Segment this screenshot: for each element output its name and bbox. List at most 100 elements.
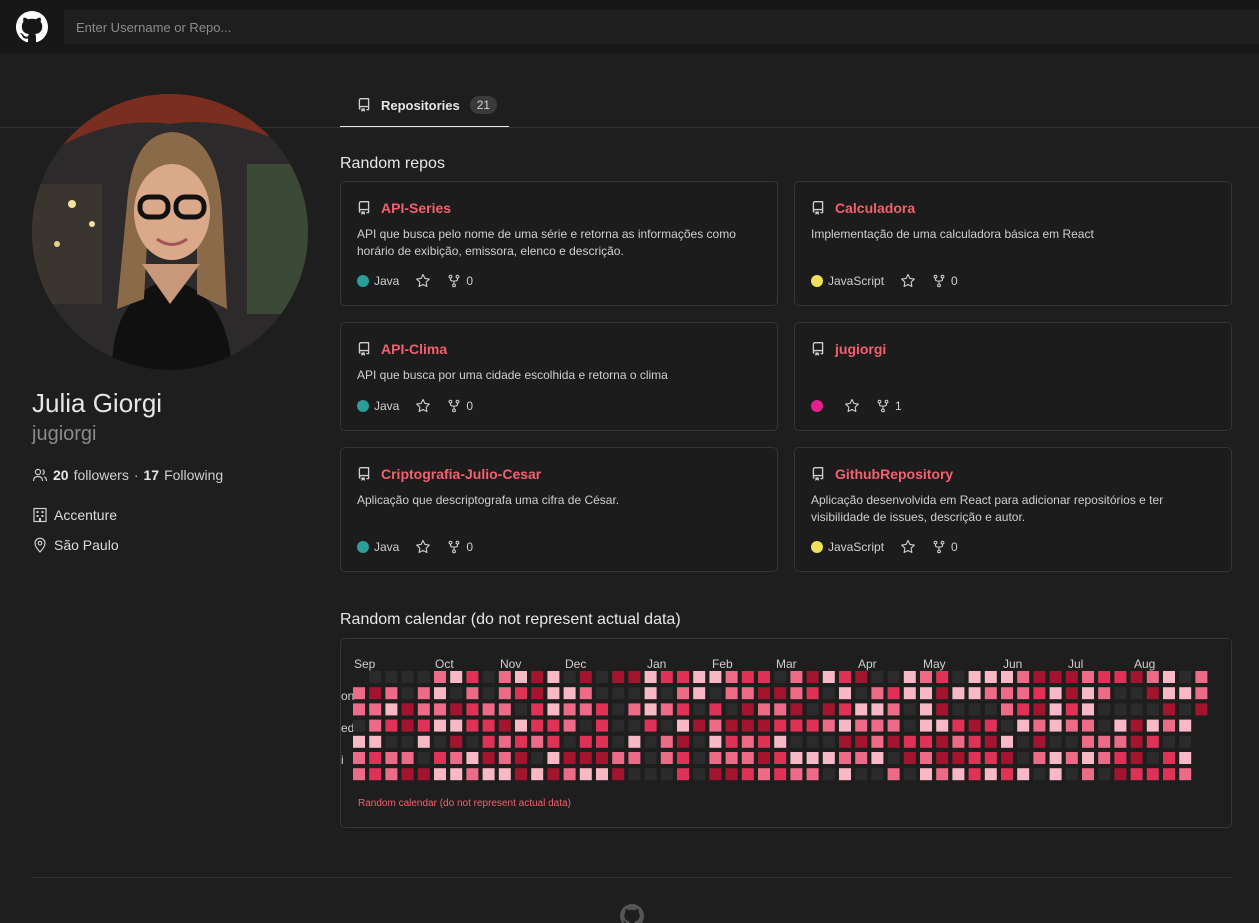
calendar-day-cell [920, 671, 932, 683]
calendar-day-cell [790, 752, 803, 764]
github-icon[interactable] [620, 904, 644, 923]
repo-title[interactable]: jugiorgi [811, 341, 886, 357]
repo-name[interactable]: API-Clima [381, 341, 447, 357]
calendar-day-cell [515, 671, 527, 683]
fork-icon[interactable] [932, 540, 946, 554]
repo-name[interactable]: Criptografia-Julio-Cesar [381, 466, 541, 482]
calendar-day-cell [450, 735, 463, 748]
repo-book-icon [358, 342, 370, 356]
calendar-day-cell [1082, 752, 1094, 764]
calendar-day-cell [1195, 703, 1208, 716]
calendar-day-cell [887, 703, 900, 716]
star-icon[interactable] [415, 273, 431, 289]
repo-name[interactable]: jugiorgi [835, 341, 886, 357]
search-input[interactable] [64, 10, 1259, 44]
calendar-day-cell [596, 735, 608, 748]
calendar-day-cell [596, 703, 608, 716]
repo-footer: Java 0 [357, 398, 473, 414]
calendar-day-cell [434, 703, 446, 716]
star-icon[interactable] [415, 398, 431, 414]
repo-card[interactable]: jugiorgi 1 [794, 322, 1232, 431]
calendar-day-cell [741, 687, 754, 700]
fork-icon[interactable] [447, 399, 461, 413]
star-icon[interactable] [900, 273, 916, 289]
fork-count[interactable]: 1 [876, 399, 902, 413]
repo-card[interactable]: Criptografia-Julio-Cesar Aplicação que de… [340, 447, 778, 572]
book-icon [358, 98, 370, 112]
repo-title[interactable]: API-Series [357, 200, 451, 216]
repo-name[interactable]: GithubRepository [835, 466, 953, 482]
calendar-day-cell [401, 768, 414, 781]
calendar-day-cell [952, 671, 965, 683]
repo-card[interactable]: API-Series API que busca pelo nome de uma… [340, 181, 778, 306]
repo-language: JavaScript [828, 274, 885, 288]
repo-title[interactable]: Criptografia-Julio-Cesar [357, 466, 541, 482]
calendar-day-cell [693, 687, 706, 700]
location-row: São Paulo [32, 537, 119, 553]
calendar-day-cell [1163, 752, 1175, 764]
fork-count-value: 0 [466, 540, 474, 554]
repo-card[interactable]: API-Clima API que busca por uma cidade es… [340, 322, 778, 431]
calendar-day-cell [1001, 703, 1013, 716]
followers-label[interactable]: followers [74, 467, 129, 483]
fork-count[interactable]: 0 [932, 274, 958, 288]
calendar-day-cell [677, 671, 689, 683]
calendar-day-cell [677, 768, 689, 781]
calendar-day-cell [450, 719, 463, 732]
calendar-month-label: Jun [1003, 657, 1023, 671]
calendar-day-cell [968, 752, 981, 764]
calendar-day-cell [822, 719, 835, 732]
repo-name[interactable]: API-Series [381, 200, 451, 216]
calendar-day-cell [1146, 735, 1159, 748]
calendar-day-cell [1065, 719, 1078, 732]
calendar-day-cell [1130, 703, 1143, 716]
followers-count[interactable]: 20 [53, 467, 69, 483]
calendar-day-cell [498, 687, 511, 700]
star-button[interactable] [415, 398, 431, 414]
star-button[interactable] [415, 539, 431, 555]
calendar-day-cell [1017, 752, 1030, 764]
repo-card[interactable]: GithubRepository Aplicação desenvolvida e… [794, 447, 1232, 572]
fork-icon[interactable] [447, 540, 461, 554]
repo-title[interactable]: GithubRepository [811, 466, 953, 482]
star-button[interactable] [900, 273, 916, 289]
repo-title[interactable]: Calculadora [811, 200, 915, 216]
company-name: Accenture [54, 507, 118, 523]
repo-name[interactable]: Calculadora [835, 200, 915, 216]
following-count[interactable]: 17 [144, 467, 160, 483]
repo-title[interactable]: API-Clima [357, 341, 447, 357]
calendar-day-cell [968, 768, 981, 781]
calendar-day-cell [887, 687, 900, 700]
star-button[interactable] [900, 539, 916, 555]
tab-repositories[interactable]: Repositories 21 [340, 84, 509, 128]
calendar-day-cell [466, 703, 479, 716]
calendar-day-cell [531, 671, 544, 683]
calendar-day-cell [515, 687, 527, 700]
calendar-day-cell [839, 703, 851, 716]
github-icon[interactable] [16, 11, 48, 43]
star-icon[interactable] [415, 539, 431, 555]
calendar-day-cell [660, 719, 673, 732]
calendar-day-cell [482, 768, 495, 781]
fork-icon[interactable] [876, 399, 890, 413]
star-button[interactable] [844, 398, 860, 414]
fork-count[interactable]: 0 [447, 399, 473, 413]
calendar-day-cell [612, 719, 625, 732]
star-icon[interactable] [844, 398, 860, 414]
calendar-month-label: Jul [1068, 657, 1084, 671]
star-button[interactable] [415, 273, 431, 289]
fork-icon[interactable] [932, 274, 946, 288]
following-label[interactable]: Following [164, 467, 223, 483]
fork-count[interactable]: 0 [932, 540, 958, 554]
calendar-day-cell [855, 703, 868, 716]
calendar-day-cell [644, 735, 657, 748]
calendar-day-cell [871, 752, 884, 764]
calendar-day-cell [450, 671, 463, 683]
star-icon[interactable] [900, 539, 916, 555]
calendar-day-cell [660, 752, 673, 764]
repo-card[interactable]: Calculadora Implementação de uma calculad… [794, 181, 1232, 306]
fork-icon[interactable] [447, 274, 461, 288]
calendar-day-cell [1179, 768, 1192, 781]
fork-count[interactable]: 0 [447, 540, 473, 554]
fork-count[interactable]: 0 [447, 274, 473, 288]
